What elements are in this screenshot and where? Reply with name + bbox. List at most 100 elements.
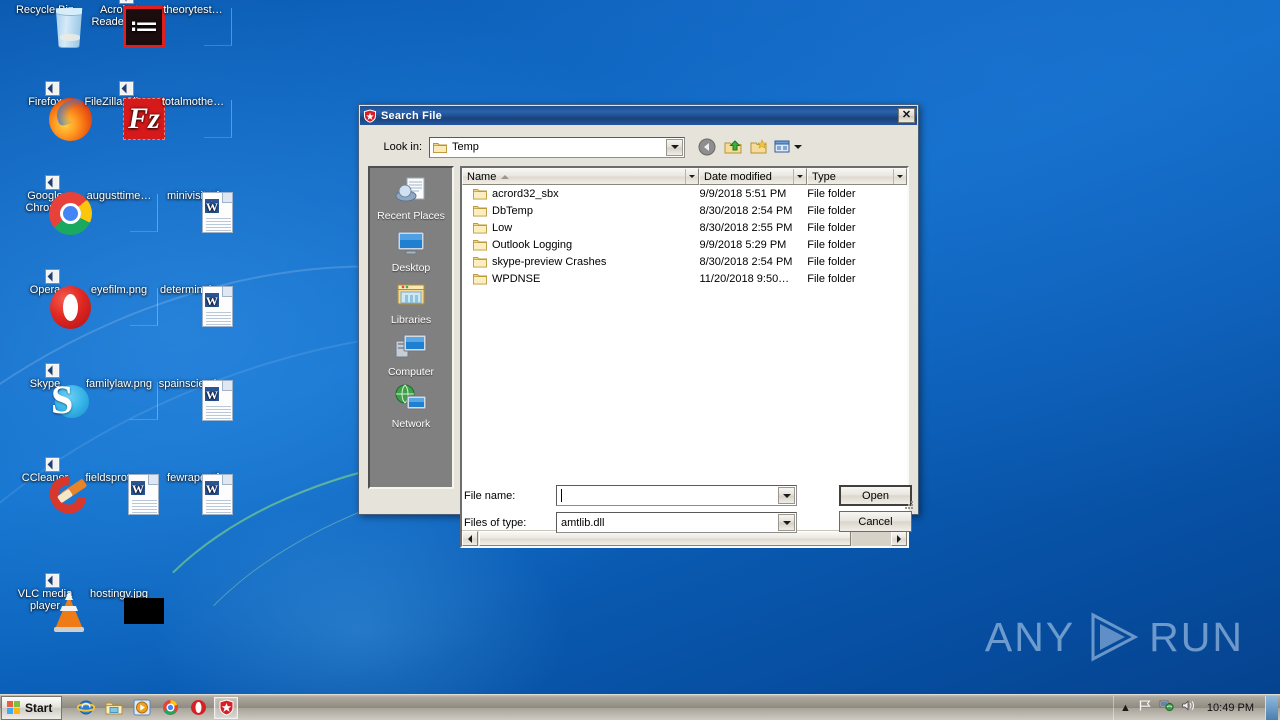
filename-input[interactable]	[556, 485, 797, 506]
column-filter-button[interactable]	[793, 169, 806, 184]
windows-explorer-icon[interactable]	[102, 697, 126, 719]
close-icon[interactable]: ✕	[898, 108, 915, 123]
google-chrome-icon[interactable]	[158, 697, 182, 719]
resize-grip[interactable]	[903, 499, 915, 511]
file-name-cell: acrord32_sbx	[462, 188, 699, 200]
libraries-icon	[394, 302, 428, 314]
column-filter-button[interactable]	[685, 169, 698, 184]
sort-ascending-icon	[501, 175, 509, 179]
filename-dropdown-button[interactable]	[778, 487, 795, 504]
desktop-icon[interactable]: Wdetermineb…	[156, 284, 230, 296]
desktop-icon[interactable]: Wfieldsprotec…	[82, 472, 156, 484]
volume-icon[interactable]	[1181, 699, 1196, 717]
file-name-text: WPDNSE	[492, 273, 540, 285]
views-icon[interactable]	[773, 137, 803, 158]
back-arrow-icon[interactable]	[695, 137, 718, 158]
up-folder-icon[interactable]	[721, 137, 744, 158]
file-list-row[interactable]: acrord32_sbx9/9/2018 5:51 PMFile folder	[462, 185, 907, 202]
file-date-cell: 8/30/2018 2:54 PM	[699, 256, 807, 268]
media-player-icon[interactable]	[130, 697, 154, 719]
place-item-label: Recent Places	[370, 210, 452, 222]
place-item-network[interactable]: Network	[370, 383, 452, 430]
anyrun-watermark: ANY RUN	[985, 612, 1244, 662]
file-list-row[interactable]: DbTemp8/30/2018 2:54 PMFile folder	[462, 202, 907, 219]
file-date-cell: 11/20/2018 9:50…	[699, 273, 807, 285]
filetype-dropdown-button[interactable]	[778, 514, 795, 531]
network-icon[interactable]	[1159, 699, 1174, 717]
desktop-icon[interactable]: Wminivisit.rtf	[156, 190, 230, 202]
file-list-row[interactable]: skype-preview Crashes8/30/2018 2:54 PMFi…	[462, 253, 907, 270]
column-filter-button[interactable]	[893, 169, 906, 184]
folder-icon	[473, 222, 487, 234]
place-item-libraries[interactable]: Libraries	[370, 279, 452, 326]
taskbar-clock[interactable]: 10:49 PM	[1203, 702, 1258, 714]
filename-row: File name:	[464, 485, 797, 506]
taskbar-task-search-file-shield-icon[interactable]	[214, 697, 238, 719]
watermark-text-left: ANY	[985, 614, 1075, 661]
file-name-cell: Low	[462, 222, 699, 234]
action-center-flag-icon[interactable]	[1138, 699, 1152, 717]
search-file-dialog[interactable]: Search File ✕ Look in: Temp	[358, 104, 919, 515]
desktop-icon	[394, 250, 428, 262]
lookin-combobox[interactable]: Temp	[429, 137, 685, 158]
desktop-icon[interactable]: hostingv.jpg	[82, 588, 156, 600]
desktop-icon[interactable]: VLC media player	[8, 588, 82, 612]
internet-explorer-icon[interactable]	[74, 697, 98, 719]
file-name-cell: DbTemp	[462, 205, 699, 217]
dialog-title: Search File	[381, 110, 442, 122]
new-folder-icon[interactable]	[747, 137, 770, 158]
lookin-value: Temp	[452, 141, 479, 153]
desktop-icon[interactable]: Recycle Bin	[8, 4, 82, 16]
dialog-titlebar[interactable]: Search File ✕	[360, 106, 917, 125]
cancel-button[interactable]: Cancel	[839, 511, 912, 532]
filetype-select[interactable]: amtlib.dll	[556, 512, 797, 533]
file-name-text: Low	[492, 222, 512, 234]
column-header-label: Date modified	[704, 171, 772, 183]
column-header-name[interactable]: Name	[462, 168, 699, 185]
desktop-icon[interactable]: FzFileZilla Client	[82, 96, 156, 108]
column-header-date-modified[interactable]: Date modified	[699, 168, 807, 185]
file-list-column-headers: Name Date modified Type	[462, 168, 907, 185]
open-button[interactable]: Open	[839, 485, 912, 506]
text-cursor	[561, 489, 562, 502]
place-item-computer[interactable]: Computer	[370, 331, 452, 378]
file-list-row[interactable]: WPDNSE 11/20/2018 9:50…File folder	[462, 270, 907, 287]
file-type-cell: File folder	[807, 239, 907, 251]
filetype-row: Files of type: amtlib.dll	[464, 512, 797, 533]
desktop-icon[interactable]: eyefilm.png	[82, 284, 156, 296]
place-item-desktop[interactable]: Desktop	[370, 227, 452, 274]
computer-icon	[394, 354, 428, 366]
lookin-row: Look in: Temp	[368, 136, 909, 158]
opera-icon[interactable]	[186, 697, 210, 719]
recent-places-icon	[394, 198, 428, 210]
lookin-dropdown-button[interactable]	[666, 139, 683, 156]
desktop-icon[interactable]: ≔Acrobat Reader DC	[82, 4, 156, 28]
desktop-icon[interactable]: Firefox	[8, 96, 82, 108]
desktop-icon[interactable]: CCleaner	[8, 472, 82, 484]
desktop-icon[interactable]: Opera	[8, 284, 82, 296]
place-item-label: Libraries	[370, 314, 452, 326]
desktop-icon[interactable]: Wspainscienti…	[156, 378, 230, 390]
desktop-icon[interactable]: familylaw.png	[82, 378, 156, 390]
desktop-icon[interactable]: Google Chrome	[8, 190, 82, 214]
dialog-toolbar	[695, 137, 803, 158]
taskbar[interactable]: Start ▲ 10:49 PM	[0, 694, 1280, 720]
place-item-recent-places[interactable]: Recent Places	[370, 175, 452, 222]
start-button[interactable]: Start	[1, 696, 62, 720]
show-desktop-button[interactable]	[1265, 696, 1278, 720]
lookin-label: Look in:	[368, 141, 422, 153]
file-list-row[interactable]: Outlook Logging9/9/2018 5:29 PMFile fold…	[462, 236, 907, 253]
file-date-cell: 9/9/2018 5:51 PM	[699, 188, 807, 200]
desktop-icon[interactable]: SSkype	[8, 378, 82, 390]
desktop-icon[interactable]: augusttime…	[82, 190, 156, 202]
desktop-icon[interactable]: Wfewrape.rtf	[156, 472, 230, 484]
file-list-row[interactable]: Low8/30/2018 2:55 PMFile folder	[462, 219, 907, 236]
column-header-type[interactable]: Type	[807, 168, 907, 185]
show-hidden-icons-chevron[interactable]: ▲	[1120, 702, 1131, 714]
desktop-icon[interactable]: theorytest…	[156, 4, 230, 16]
start-label: Start	[25, 701, 52, 715]
quick-launch-bar	[74, 697, 238, 719]
file-type-cell: File folder	[807, 273, 907, 285]
folder-icon	[473, 205, 487, 217]
desktop-icon[interactable]: totalmothe…	[156, 96, 230, 108]
